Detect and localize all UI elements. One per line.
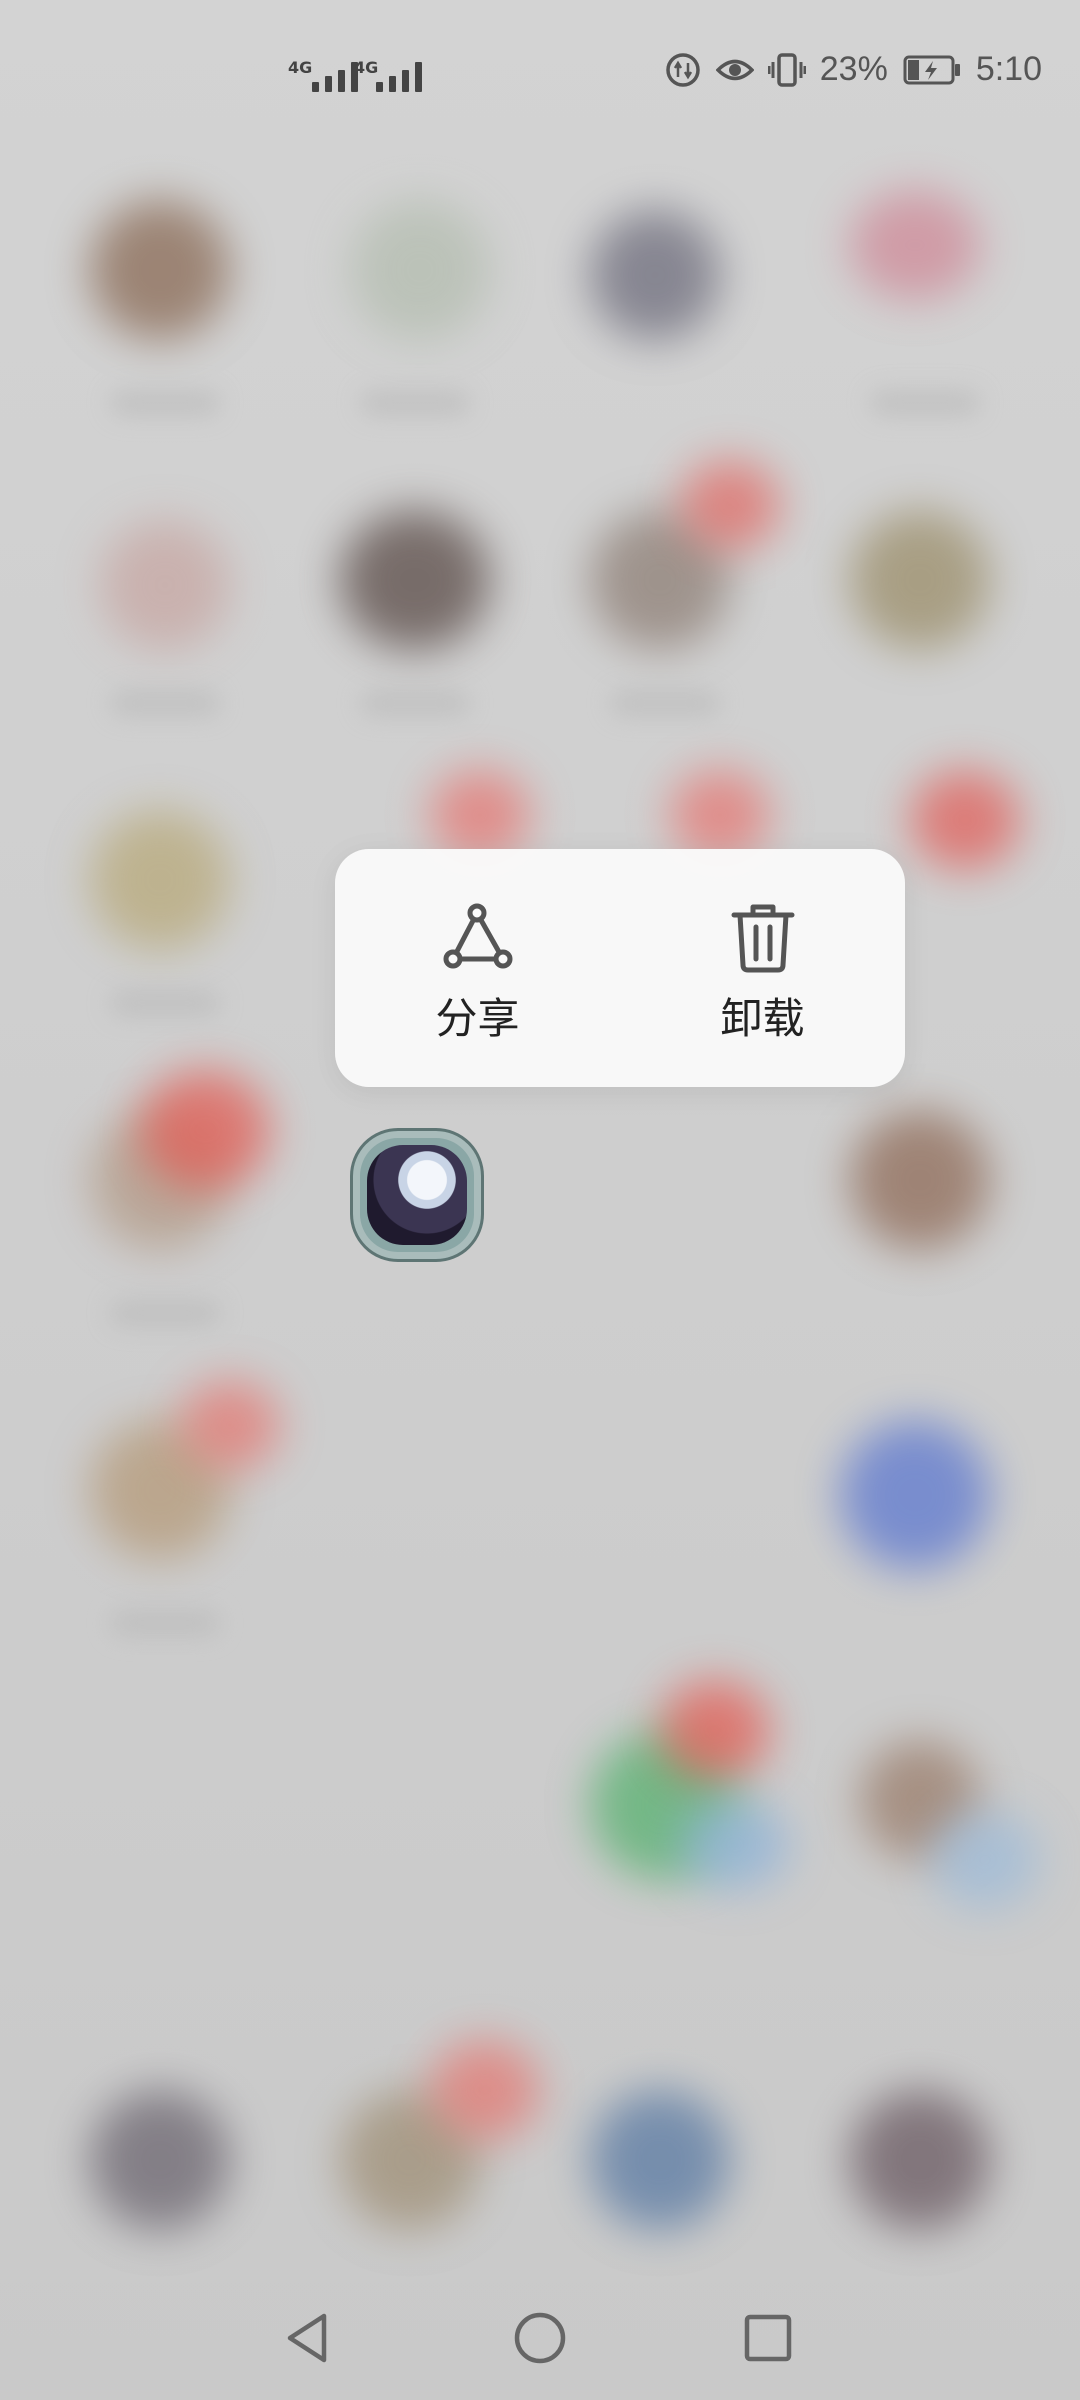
blurred-app-label	[610, 690, 720, 716]
blurred-app-label	[110, 390, 220, 416]
share-button[interactable]: 分享	[335, 849, 620, 1087]
blurred-app-label	[110, 990, 220, 1016]
blurred-app-icon	[850, 510, 990, 650]
blurred-app-icon	[850, 190, 980, 300]
blurred-app-icon	[680, 1800, 790, 1890]
blurred-badge	[180, 1380, 280, 1470]
blurred-app-label	[360, 690, 470, 716]
home-button[interactable]	[490, 2288, 590, 2388]
app-artwork	[367, 1145, 467, 1245]
blurred-dock-icon	[90, 2090, 230, 2230]
blurred-app-label	[110, 690, 220, 716]
blurred-dock-icon	[590, 2090, 730, 2230]
blurred-home-screen	[0, 0, 1080, 2400]
blurred-app-icon	[100, 520, 230, 650]
trash-icon	[726, 901, 800, 975]
share-label: 分享	[435, 994, 520, 1043]
blurred-app-label	[870, 390, 980, 416]
blurred-app-icon	[840, 1420, 990, 1570]
navigation-bar	[0, 2270, 1080, 2400]
blurred-app-icon	[90, 200, 230, 340]
signal-bars-icon	[376, 62, 422, 92]
vibrate-icon	[767, 51, 806, 89]
blurred-app-label	[110, 1300, 220, 1326]
status-indicators: 23% 5:10	[664, 50, 1042, 89]
blurred-app-icon	[340, 510, 490, 650]
eye-comfort-icon	[715, 51, 754, 89]
blurred-badge	[430, 2040, 540, 2140]
back-button[interactable]	[258, 2288, 358, 2388]
home-circle-icon	[514, 2312, 566, 2364]
selected-app-icon[interactable]	[350, 1128, 484, 1262]
blurred-dock-icon	[850, 2090, 990, 2230]
blurred-app-label	[110, 1610, 220, 1636]
blurred-badge	[430, 770, 530, 860]
data-saver-icon	[664, 51, 702, 89]
network-type-1: 4G	[288, 58, 313, 77]
status-bar: 4G 4G 23% 5:10	[0, 0, 1080, 160]
blurred-app-icon	[590, 210, 720, 340]
battery-charging-icon	[902, 51, 962, 89]
recents-square-icon	[744, 2314, 792, 2362]
blurred-app-label	[360, 390, 470, 416]
network-type-2: 4G	[354, 58, 379, 77]
blurred-app-icon	[350, 200, 490, 340]
uninstall-label: 卸载	[720, 994, 805, 1043]
uninstall-button[interactable]: 卸载	[620, 849, 905, 1087]
blurred-badge	[910, 770, 1020, 870]
blurred-badge	[660, 1680, 770, 1780]
blurred-app-icon	[930, 1810, 1040, 1910]
blurred-badge	[670, 770, 770, 860]
blurred-app-icon	[90, 810, 230, 950]
blurred-badge	[680, 460, 780, 550]
clock: 5:10	[975, 50, 1042, 88]
blurred-badge	[140, 1070, 270, 1190]
app-context-menu: 分享 卸载	[335, 849, 905, 1087]
blurred-app-icon	[850, 1110, 990, 1250]
recents-button[interactable]	[718, 2288, 818, 2388]
share-icon	[441, 901, 515, 975]
back-triangle-icon	[287, 2313, 327, 2363]
battery-percent: 23%	[819, 50, 888, 88]
signal-bars-icon	[312, 62, 358, 92]
